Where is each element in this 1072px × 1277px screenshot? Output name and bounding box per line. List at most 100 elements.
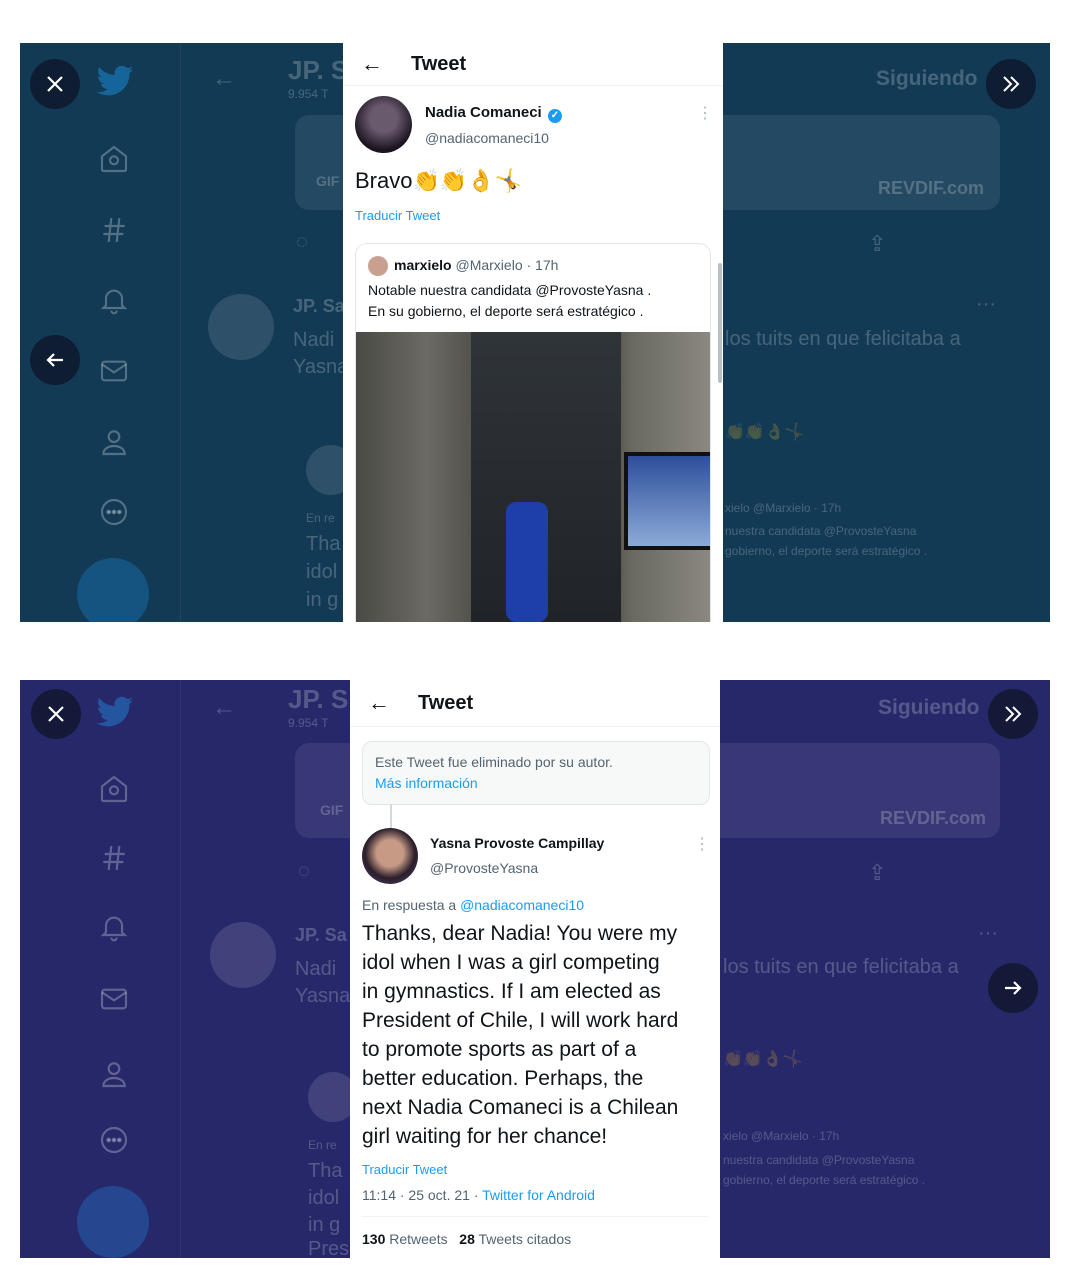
avatar[interactable]: [355, 96, 412, 153]
bg-gif-badge: GIF: [316, 173, 340, 189]
author-name[interactable]: Yasna Provoste Campillay: [430, 835, 604, 851]
divider: [362, 1216, 708, 1217]
quote-line-1: Notable nuestra candidata @ProvosteYasna…: [368, 282, 652, 298]
scrollbar[interactable]: [718, 263, 722, 383]
author-handle[interactable]: @nadiacomaneci10: [425, 130, 549, 146]
bg-profile-subtext: 9.954 T: [288, 87, 329, 101]
quote-author-name: marxielo: [394, 257, 452, 273]
bg-profile-name: JP. S: [288, 684, 349, 714]
retweets-stat[interactable]: 130 Retweets: [362, 1231, 448, 1247]
bg-back-arrow: ←: [212, 65, 236, 92]
bg-reply-label: En re: [306, 511, 335, 525]
bg-watermark: REVDIF.com: [880, 808, 987, 828]
bg-more-icon: ···: [978, 922, 998, 944]
bg-reply-icon: ◌: [296, 231, 308, 253]
bg-watermark: REVDIF.com: [878, 178, 985, 198]
bg-quote-text-1: idol: [306, 561, 338, 583]
compose-icon: [77, 1186, 149, 1258]
bg-follow-button: Siguiendo: [876, 67, 978, 90]
bg-tweet-fragment: los tuits en que felicitaba a: [723, 956, 959, 978]
bg-reply-label: En re: [308, 1138, 337, 1152]
bg-avatar: [208, 294, 274, 360]
background-sidebar-2: [20, 680, 181, 1258]
bg-emoji-fragment: 👏👏👌🤸: [723, 1051, 803, 1068]
more-icon[interactable]: ⋮: [697, 103, 713, 123]
bg-share-icon: ⇪: [868, 860, 887, 885]
next-icon[interactable]: [988, 689, 1038, 739]
bg-quote-line2: gobierno, el deporte será estratégico .: [723, 1173, 926, 1187]
more-icon[interactable]: ⋮: [694, 834, 710, 854]
tweet-panel-2: ← Tweet Este Tweet fue eliminado por su …: [350, 680, 720, 1258]
bg-tweet-author: JP. Sa: [295, 925, 347, 945]
tweet-body-line: to promote sports as part of a: [362, 1038, 637, 1061]
prev-arrow-icon[interactable]: [30, 335, 80, 385]
quote-avatar: [368, 256, 388, 276]
next-icon[interactable]: [986, 59, 1036, 109]
bg-quote-text-0: Tha: [306, 533, 341, 555]
bg-profile-name: JP. S: [288, 55, 349, 85]
more-circle-icon: [98, 1124, 130, 1156]
quote-meta: @Marxielo · 17h: [455, 257, 559, 273]
home-icon: [98, 143, 130, 175]
bg-profile-subtext: 9.954 T: [288, 716, 329, 730]
twitter-logo-icon: [95, 692, 135, 732]
tweet-body-line: better education. Perhaps, the: [362, 1067, 644, 1090]
bg-tweet-line2: Yasna: [295, 985, 351, 1007]
back-arrow-icon[interactable]: ←: [361, 51, 411, 77]
bg-quote-line2: gobierno, el deporte será estratégico .: [725, 544, 928, 558]
back-arrow-icon[interactable]: ←: [368, 690, 418, 716]
home-icon: [98, 773, 130, 805]
author-name[interactable]: Nadia Comaneci ✓: [425, 104, 562, 123]
deleted-notice-text: Este Tweet fue eliminado por su autor.: [375, 754, 613, 770]
timestamp[interactable]: 11:14 · 25 oct. 21 ·: [362, 1187, 478, 1203]
tweet-emojis: 👏👏👌🤸: [412, 168, 523, 193]
bg-quote-text-2: in g: [306, 589, 339, 611]
bg-quote-line1: nuestra candidata @ProvosteYasna: [725, 524, 917, 538]
bg-back-arrow: ←: [212, 694, 236, 721]
avatar[interactable]: [362, 828, 418, 884]
mail-icon: [98, 983, 130, 1015]
close-icon[interactable]: [31, 689, 81, 739]
close-icon[interactable]: [30, 59, 80, 109]
reply-handle-link[interactable]: @nadiacomaneci10: [460, 897, 584, 913]
bg-tweet-line2: Yasna: [293, 356, 349, 378]
more-circle-icon: [98, 496, 130, 528]
source-link[interactable]: Twitter for Android: [482, 1187, 595, 1203]
translate-link[interactable]: Traducir Tweet: [362, 1162, 447, 1177]
twitter-logo-icon: [95, 61, 135, 101]
screenshot-1: ← JP. S 9.954 T Siguiendo GIF REVDIF.com…: [20, 43, 1050, 622]
tweet-header-title: Tweet: [411, 52, 467, 75]
tweet-panel: ← Tweet Nadia Comaneci ✓ @nadiacomaneci1…: [343, 43, 723, 622]
tweet-body-line: in gymnastics. If I am elected as: [362, 980, 661, 1003]
bell-icon: [98, 284, 130, 316]
bg-tweet-author: JP. Sa: [293, 296, 345, 316]
more-info-link[interactable]: Más información: [375, 775, 478, 791]
thread-line: [390, 804, 392, 828]
media-person: [506, 502, 548, 622]
bg-gif-badge: GIF: [320, 802, 344, 818]
tweet-body-line: Thanks, dear Nadia! You were my: [362, 922, 678, 945]
quote-header: marxielo @Marxielo · 17h: [394, 257, 558, 273]
bg-tweet-line1: Nadi: [295, 958, 337, 980]
tweet-body-line: girl waiting for her chance!: [362, 1125, 608, 1148]
translate-link[interactable]: Traducir Tweet: [355, 208, 440, 223]
tweet-body-line: next Nadia Comaneci is a Chilean: [362, 1096, 679, 1119]
next-arrow-icon[interactable]: [988, 963, 1038, 1013]
media-tv: [624, 452, 710, 550]
tweet-body: Thanks, dear Nadia! You were my idol when…: [362, 919, 714, 1151]
quote-media[interactable]: [356, 332, 710, 622]
bg-quote-meta: xielo @Marxielo · 17h: [725, 501, 842, 515]
bg-avatar: [210, 922, 276, 988]
quote-tweet[interactable]: marxielo @Marxielo · 17h Notable nuestra…: [355, 243, 711, 622]
bg-reply-icon: ◌: [298, 860, 310, 882]
tweet-text: Bravo👏👏👌🤸: [355, 168, 523, 193]
quote-line-2: En su gobierno, el deporte será estratég…: [368, 303, 644, 319]
bg-more-icon: ···: [976, 293, 996, 315]
tweet-stats: 130 Retweets 28 Tweets citados: [362, 1231, 571, 1247]
bg-quote-text-3: Pres: [308, 1238, 350, 1258]
quote-tweets-stat[interactable]: 28 Tweets citados: [459, 1231, 571, 1247]
tweet-meta: 11:14 · 25 oct. 21 · Twitter for Android: [362, 1187, 595, 1203]
hashtag-icon: [98, 214, 130, 246]
author-handle[interactable]: @ProvosteYasna: [430, 860, 538, 876]
bg-follow-button: Siguiendo: [878, 696, 980, 719]
